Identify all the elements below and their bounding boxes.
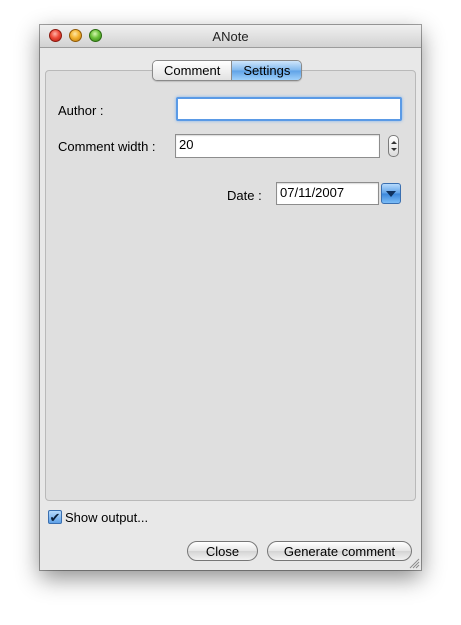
comment-width-stepper[interactable] <box>388 135 399 157</box>
anote-window: ANote Comment Settings Author : Comment … <box>40 25 421 570</box>
tab-settings[interactable]: Settings <box>231 61 302 80</box>
author-label: Author : <box>58 103 104 118</box>
tab-comment[interactable]: Comment <box>153 61 232 80</box>
stepper-down-arrow-icon[interactable] <box>391 148 397 151</box>
comment-width-label: Comment width : <box>58 139 156 154</box>
generate-comment-button[interactable]: Generate comment <box>267 541 412 561</box>
show-output-label[interactable]: Show output... <box>65 510 148 525</box>
chevron-down-icon <box>386 191 396 197</box>
window-title: ANote <box>212 29 249 44</box>
date-label: Date : <box>227 188 262 203</box>
title-bar[interactable]: ANote <box>40 25 421 48</box>
resize-grip-icon[interactable] <box>408 557 420 569</box>
close-button[interactable]: Close <box>187 541 258 561</box>
author-input[interactable] <box>176 97 402 121</box>
checkmark-icon: ✔ <box>49 510 61 525</box>
stepper-up-arrow-icon[interactable] <box>391 141 397 144</box>
comment-width-input[interactable]: 20 <box>175 134 380 158</box>
show-output-checkbox[interactable]: ✔ <box>48 510 62 524</box>
tab-bar: Comment Settings <box>152 60 303 81</box>
date-input[interactable]: 07/11/2007 <box>276 182 379 205</box>
date-dropdown-button[interactable] <box>381 183 401 204</box>
